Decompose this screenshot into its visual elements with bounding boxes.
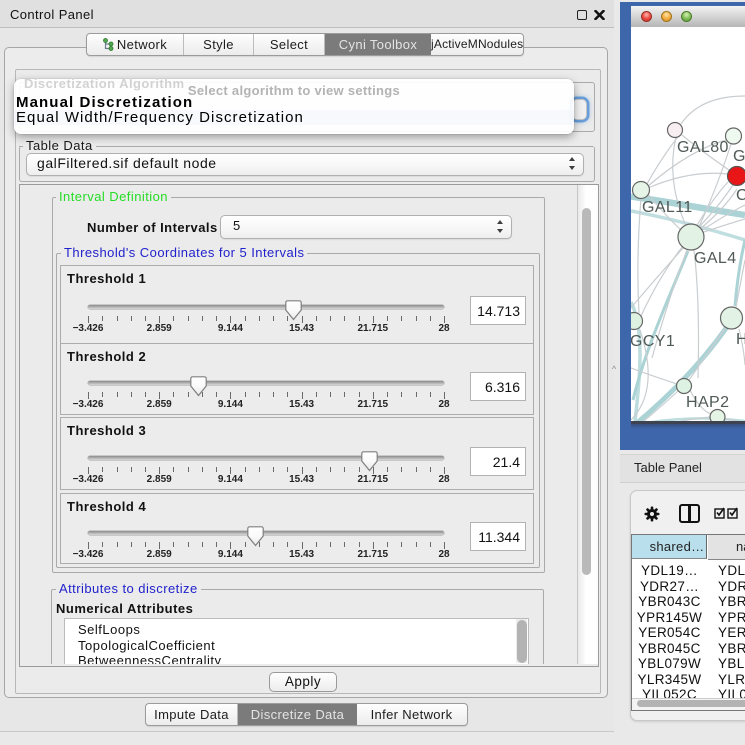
svg-text:GA: GA xyxy=(733,148,745,165)
svg-text:GCY1: GCY1 xyxy=(631,333,675,350)
svg-text:GAL11: GAL11 xyxy=(642,199,693,216)
svg-text:H: H xyxy=(736,331,745,348)
svg-text:HAP2: HAP2 xyxy=(686,394,729,411)
svg-text:GAL4: GAL4 xyxy=(694,250,737,267)
svg-text:GAL80: GAL80 xyxy=(677,139,729,156)
svg-text:C: C xyxy=(736,187,745,204)
